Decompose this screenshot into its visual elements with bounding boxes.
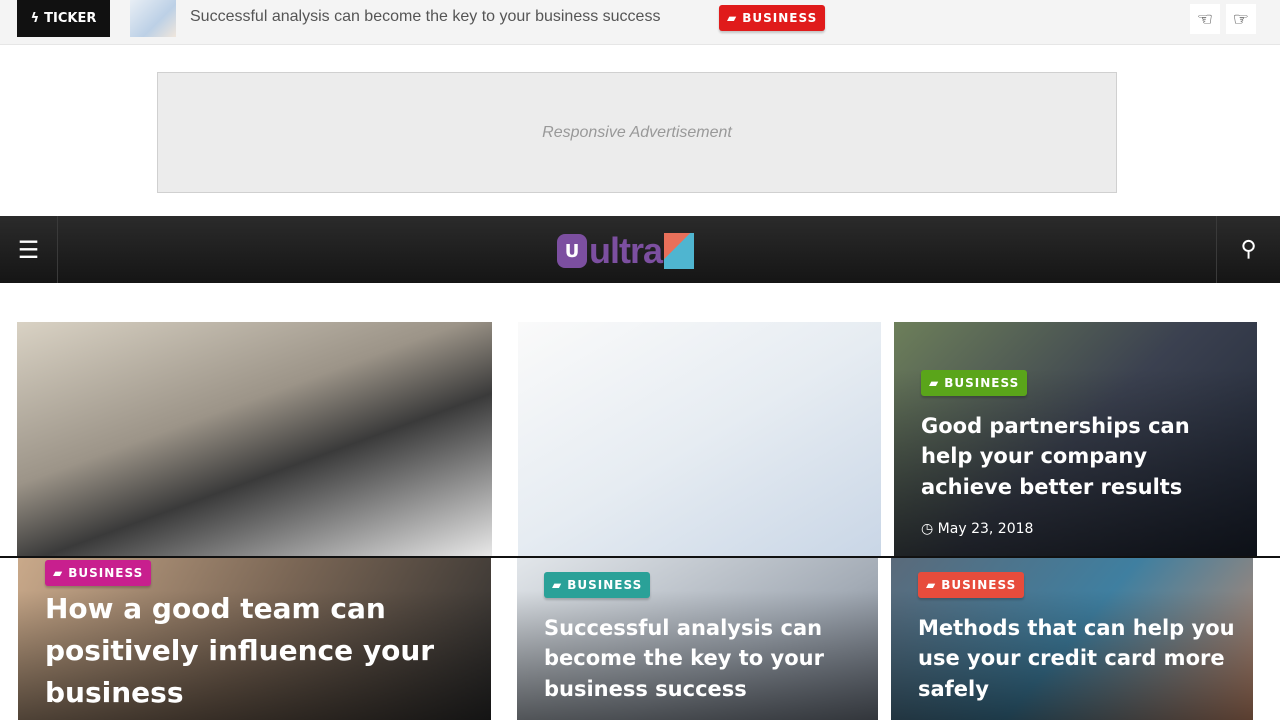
- folder-icon: ▰: [53, 566, 64, 580]
- folder-icon: ▰: [552, 578, 563, 592]
- folder-icon: ▰: [926, 578, 937, 592]
- post-title[interactable]: Good partnerships can help your company …: [921, 411, 1241, 502]
- post-card-4[interactable]: ▰ BUSINESS Methods that can help you use …: [891, 558, 1253, 720]
- ticker-label: ϟ TICKER: [17, 0, 110, 37]
- category-badge[interactable]: ▰ BUSINESS: [918, 572, 1025, 598]
- post-title[interactable]: Methods that can help you use your credi…: [918, 613, 1238, 704]
- post-title[interactable]: Successful analysis can become the key t…: [544, 613, 864, 704]
- ad-text: Responsive Advertisement: [542, 123, 732, 141]
- clock-icon: ◷: [921, 521, 938, 537]
- site-logo[interactable]: U ultra: [557, 230, 695, 272]
- post-image-laptop[interactable]: [17, 322, 492, 556]
- category-label: BUSINESS: [567, 578, 643, 592]
- logo-text: ultra: [589, 230, 663, 271]
- post-card-2[interactable]: ▰ BUSINESS How a good team can positively…: [18, 558, 491, 720]
- site-header: ☰ U ultra ⚲: [0, 216, 1280, 283]
- hand-right-icon: ☞: [1232, 8, 1250, 30]
- hand-left-icon: ☜: [1196, 8, 1214, 30]
- category-label: BUSINESS: [941, 578, 1017, 592]
- advertisement: Responsive Advertisement: [157, 72, 1117, 193]
- ticker-category-badge[interactable]: ▰ BUSINESS: [719, 5, 826, 31]
- folder-icon: ▰: [929, 376, 940, 390]
- category-badge[interactable]: ▰ BUSINESS: [45, 560, 152, 586]
- folder-icon: ▰: [727, 11, 738, 25]
- category-label: BUSINESS: [944, 376, 1020, 390]
- logo-graphic: [664, 233, 695, 269]
- date-text: May 23, 2018: [937, 521, 1034, 537]
- category-label: BUSINESS: [68, 566, 144, 580]
- ticker-label-text: TICKER: [44, 11, 97, 26]
- ticker-headline-link[interactable]: Successful analysis can become the key t…: [190, 8, 660, 26]
- category-label: BUSINESS: [742, 11, 818, 25]
- search-button[interactable]: ⚲: [1216, 216, 1280, 283]
- post-title[interactable]: How a good team can positively influence…: [45, 588, 465, 714]
- menu-button[interactable]: ☰: [0, 216, 58, 283]
- ticker-thumbnail[interactable]: [130, 0, 176, 37]
- category-badge[interactable]: ▰ BUSINESS: [544, 572, 651, 598]
- post-image-pen[interactable]: [518, 322, 881, 556]
- ticker-next-button[interactable]: ☞: [1226, 4, 1256, 34]
- bolt-icon: ϟ: [30, 11, 40, 26]
- post-card-1[interactable]: ▰ BUSINESS Good partnerships can help you…: [894, 322, 1257, 556]
- post-card-3[interactable]: ▰ BUSINESS Successful analysis can become…: [517, 558, 878, 720]
- logo-mark-u: U: [557, 234, 587, 268]
- ticker-prev-button[interactable]: ☜: [1190, 4, 1220, 34]
- search-icon: ⚲: [1240, 237, 1257, 262]
- category-badge[interactable]: ▰ BUSINESS: [921, 370, 1028, 396]
- top-bar: ϟ TICKER Successful analysis can become t…: [0, 0, 1280, 45]
- hamburger-icon: ☰: [17, 235, 40, 264]
- post-date: ◷ May 23, 2018: [921, 521, 1033, 537]
